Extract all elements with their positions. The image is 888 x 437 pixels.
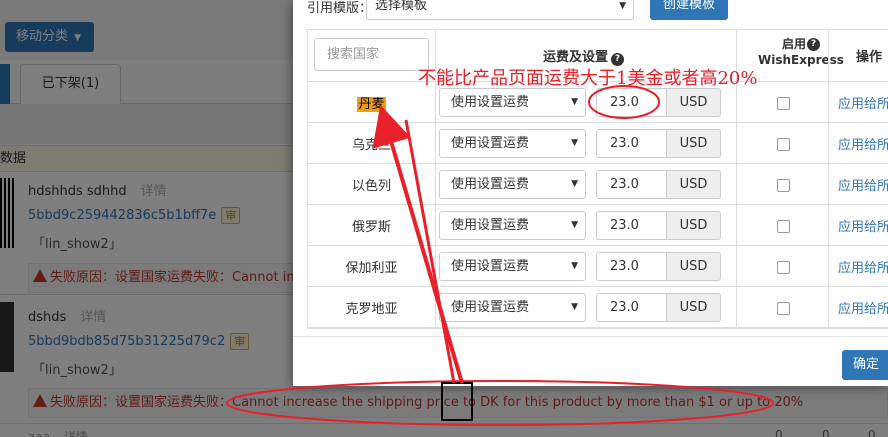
search-country-input[interactable]: 搜索国家 bbox=[314, 38, 429, 71]
tab-active[interactable] bbox=[0, 64, 10, 104]
product-thumbnail[interactable] bbox=[0, 302, 14, 372]
shipping-price-input[interactable]: 23.0 bbox=[596, 88, 666, 117]
caret-down-icon: ▼ bbox=[619, 1, 626, 11]
caret-down-icon: ▼ bbox=[571, 138, 578, 148]
currency-label: USD bbox=[666, 129, 721, 158]
modal-footer: 确定 bbox=[293, 336, 888, 386]
count-cell: 0 bbox=[868, 428, 876, 437]
count-cell: 0 bbox=[822, 428, 830, 437]
product-name[interactable]: hdshhds sdhhd bbox=[28, 184, 127, 199]
shipping-settings-modal: 引用模版： 选择模板 ▼ 创建模板 搜索国家 运费及设置? 启用 WishExpr… bbox=[293, 0, 888, 386]
apply-to-all-link[interactable]: 应用给所有 bbox=[838, 257, 888, 276]
detail-link[interactable]: 详情 bbox=[64, 430, 88, 437]
product-thumbnail[interactable] bbox=[0, 178, 14, 248]
move-category-button[interactable]: 移动分类 ▼ bbox=[5, 22, 94, 52]
tab-offshelf[interactable]: 已下架(1) bbox=[20, 64, 121, 104]
wish-express-checkbox[interactable] bbox=[777, 261, 790, 274]
template-label: 引用模版： bbox=[307, 1, 373, 16]
count-cell: 0 bbox=[775, 428, 783, 437]
help-icon[interactable]: ? bbox=[807, 38, 820, 51]
shipping-price-input[interactable]: 23.0 bbox=[596, 170, 666, 199]
currency-label: USD bbox=[666, 252, 721, 281]
country-name: 保加利亚 bbox=[345, 261, 398, 276]
create-template-button[interactable]: 创建模板 bbox=[650, 0, 728, 20]
country-name: 丹麦 bbox=[357, 97, 386, 112]
shipping-mode-select[interactable]: 使用设置运费 ▼ bbox=[439, 170, 586, 199]
caret-down-icon: ▼ bbox=[571, 220, 578, 230]
apply-to-all-link[interactable]: 应用给所有 bbox=[838, 134, 888, 153]
table-body: 丹麦使用设置运费▼23.0USD应用给所有乌克兰使用设置运费▼23.0USD应用… bbox=[308, 82, 888, 328]
apply-to-all-link[interactable]: 应用给所有 bbox=[838, 175, 888, 194]
wish-express-checkbox[interactable] bbox=[777, 97, 790, 110]
detail-link[interactable]: 详情 bbox=[80, 310, 106, 325]
wish-express-checkbox[interactable] bbox=[777, 179, 790, 192]
shipping-mode-select[interactable]: 使用设置运费 ▼ bbox=[439, 129, 586, 158]
wish-express-checkbox[interactable] bbox=[777, 138, 790, 151]
country-name: 俄罗斯 bbox=[351, 220, 391, 235]
detail-link[interactable]: 详情 bbox=[141, 184, 167, 199]
table-row: 克罗地亚 使用设置运费▼ 23.0USD 应用给所有 bbox=[308, 287, 888, 328]
country-name: 以色列 bbox=[351, 179, 391, 194]
currency-label: USD bbox=[666, 293, 721, 322]
currency-label: USD bbox=[666, 211, 721, 240]
review-badge: 审 bbox=[221, 207, 241, 224]
table-row: 以色列 使用设置运费▼ 23.0USD 应用给所有 bbox=[308, 164, 888, 205]
table-row: 乌克兰 使用设置运费▼ 23.0USD 应用给所有 bbox=[308, 123, 888, 164]
country-name: 克罗地亚 bbox=[345, 302, 398, 317]
shipping-price-input[interactable]: 23.0 bbox=[596, 211, 666, 240]
shipping-price-input[interactable]: 23.0 bbox=[596, 293, 666, 322]
product-sku[interactable]: 5bbd9c259442836c5b1bff7e bbox=[28, 208, 216, 223]
caret-down-icon: ▼ bbox=[74, 33, 82, 43]
warning-icon bbox=[33, 269, 47, 282]
table-row: 保加利亚 使用设置运费▼ 23.0USD 应用给所有 bbox=[308, 246, 888, 287]
annotation-note: 不能比产品页面运费大于1美金或者高20% bbox=[418, 68, 758, 89]
fail-reason: 失败原因：设置国家运费失败：Cannot increase the shippi… bbox=[28, 388, 888, 418]
store-name: 「lin_show2」 bbox=[32, 237, 122, 252]
wish-express-checkbox[interactable] bbox=[777, 220, 790, 233]
shipping-price-input[interactable]: 23.0 bbox=[596, 252, 666, 281]
caret-down-icon: ▼ bbox=[571, 97, 578, 107]
column-header-shipping: 运费及设置? bbox=[543, 46, 625, 66]
wish-express-checkbox[interactable] bbox=[777, 302, 790, 315]
shipping-mode-select[interactable]: 使用设置运费 ▼ bbox=[439, 211, 586, 240]
caret-down-icon: ▼ bbox=[571, 302, 578, 312]
review-badge: 审 bbox=[230, 333, 250, 350]
shipping-price-input[interactable]: 23.0 bbox=[596, 129, 666, 158]
product-name[interactable]: dshds bbox=[28, 310, 66, 325]
confirm-button[interactable]: 确定 bbox=[842, 350, 888, 380]
warning-icon bbox=[33, 394, 47, 407]
country-name: 乌克兰 bbox=[351, 138, 391, 153]
apply-to-all-link[interactable]: 应用给所有 bbox=[838, 93, 888, 112]
currency-label: USD bbox=[666, 88, 721, 117]
column-header-operation: 操作 bbox=[856, 50, 883, 65]
shipping-mode-select[interactable]: 使用设置运费 ▼ bbox=[439, 88, 586, 117]
product-name[interactable]: aaa bbox=[28, 430, 50, 437]
shipping-mode-select[interactable]: 使用设置运费 ▼ bbox=[439, 252, 586, 281]
product-sku[interactable]: 5bbd9bdb85d75b31225d79c2 bbox=[28, 334, 225, 349]
shipping-mode-select[interactable]: 使用设置运费 ▼ bbox=[439, 293, 586, 322]
table-row: 俄罗斯 使用设置运费▼ 23.0USD 应用给所有 bbox=[308, 205, 888, 246]
caret-down-icon: ▼ bbox=[571, 179, 578, 189]
currency-label: USD bbox=[666, 170, 721, 199]
apply-to-all-link[interactable]: 应用给所有 bbox=[838, 216, 888, 235]
apply-to-all-link[interactable]: 应用给所有 bbox=[838, 298, 888, 317]
template-select[interactable]: 选择模板 ▼ bbox=[366, 0, 634, 20]
store-name: 「lin_show2」 bbox=[32, 363, 122, 378]
caret-down-icon: ▼ bbox=[571, 261, 578, 271]
